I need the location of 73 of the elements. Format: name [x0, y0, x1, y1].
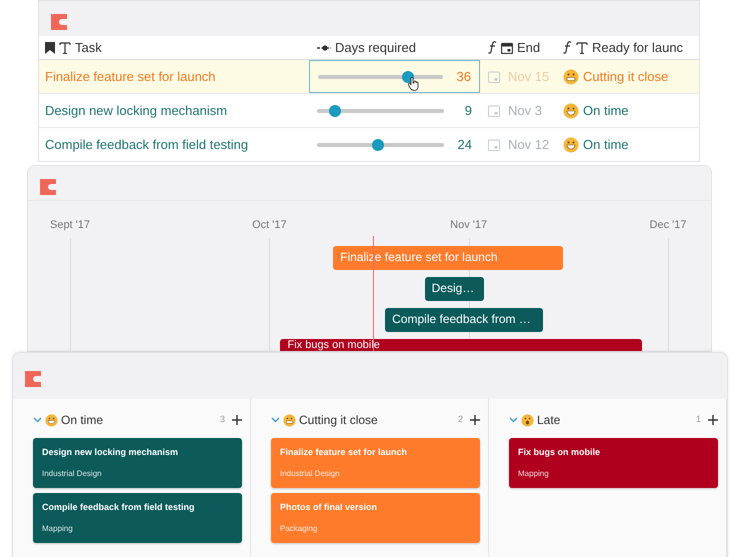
- table-row[interactable]: Design new locking mechanism 9 Nov 3 On time: [39, 94, 699, 128]
- card-title: Compile feedback from field testing: [42, 501, 196, 514]
- task-cell: Finalize feature set for launch: [45, 68, 216, 84]
- column-header[interactable]: Ready for launc: [592, 38, 684, 58]
- chevron-icon[interactable]: [33, 417, 42, 423]
- chevron-icon[interactable]: [509, 417, 518, 423]
- column-header[interactable]: End: [517, 38, 540, 58]
- calendar-icon: [501, 42, 513, 54]
- bookmark-icon: [45, 42, 55, 54]
- task-card[interactable]: Fix bugs on mobile Mapping: [509, 438, 718, 488]
- card-count: 2: [458, 413, 463, 426]
- card-title: Photos of final version: [280, 501, 378, 514]
- date-cell-text: Nov 15: [508, 68, 550, 86]
- app-logo-icon: [51, 14, 67, 30]
- timeline-bar[interactable]: Fix bugs on mobile: [280, 339, 642, 351]
- formula-icon: [488, 41, 497, 54]
- app-logo-icon: [40, 178, 56, 195]
- timeline-bar[interactable]: Compile feedback from …: [385, 308, 543, 332]
- task-cell: Compile feedback from field testing: [45, 136, 248, 152]
- card-tag: Mapping: [42, 522, 233, 534]
- slider-thumb[interactable]: [402, 70, 414, 82]
- column-header[interactable]: Days required: [335, 38, 416, 58]
- emoji-icon: [563, 68, 579, 84]
- task-cell: Design new locking mechanism: [45, 102, 228, 118]
- column-title: Cutting it close: [299, 412, 378, 429]
- add-icon[interactable]: [708, 415, 718, 425]
- status-cell-text: On time: [583, 102, 629, 120]
- slider-thumb[interactable]: [328, 104, 341, 116]
- emoji-icon: [563, 102, 579, 118]
- card-count: 3: [220, 413, 225, 426]
- add-icon[interactable]: [232, 415, 242, 425]
- slider-thumb[interactable]: [372, 138, 384, 150]
- hand-cursor-icon: [408, 76, 420, 90]
- month-label: Dec '17: [650, 218, 686, 233]
- text-type-icon: [59, 42, 71, 54]
- month-label: Sept '17: [50, 218, 90, 233]
- calendar-icon: [488, 138, 500, 150]
- status-cell-text: On time: [583, 136, 629, 154]
- date-cell-text: Nov 3: [508, 102, 542, 120]
- slider-type-icon: [317, 44, 331, 52]
- add-icon[interactable]: [470, 415, 480, 425]
- month-label: Nov '17: [450, 218, 488, 233]
- calendar-icon: [488, 70, 500, 82]
- card-title: Finalize feature set for launch: [280, 446, 408, 459]
- task-card[interactable]: Design new locking mechanism Industrial Design: [33, 438, 242, 488]
- card-count: 1: [696, 413, 701, 426]
- card-tag: Packaging: [280, 522, 471, 534]
- column-title: On time: [61, 412, 104, 429]
- emoji-icon: [283, 414, 296, 426]
- calendar-icon: [488, 104, 500, 116]
- column-header[interactable]: Task: [75, 38, 102, 58]
- card-tag: Industrial Design: [42, 468, 233, 480]
- card-tag: Industrial Design: [280, 468, 471, 480]
- card-title: Design new locking mechanism: [42, 446, 180, 459]
- app-logo-icon: [25, 370, 41, 387]
- emoji-icon: [563, 136, 579, 152]
- days-value: 24: [456, 136, 472, 154]
- card-title: Fix bugs on mobile: [518, 446, 602, 459]
- chevron-icon[interactable]: [271, 417, 280, 423]
- task-card[interactable]: Compile feedback from field testing Mapping: [33, 493, 242, 543]
- column-title: Late: [537, 412, 560, 429]
- text-type-icon: [576, 42, 588, 54]
- month-label: Oct '17: [252, 218, 287, 233]
- date-cell-text: Nov 12: [508, 136, 550, 154]
- emoji-icon: [521, 414, 534, 426]
- formula-icon: [563, 41, 572, 54]
- table-row[interactable]: Compile feedback from field testing 24 Nov 12 On time: [39, 128, 699, 161]
- emoji-icon: [45, 414, 58, 426]
- days-value: 36: [456, 68, 471, 86]
- status-cell-text: Cutting it close: [583, 68, 668, 86]
- days-value: 9: [464, 102, 472, 120]
- timeline-bar[interactable]: Desig…: [424, 277, 484, 301]
- card-tag: Mapping: [518, 468, 709, 480]
